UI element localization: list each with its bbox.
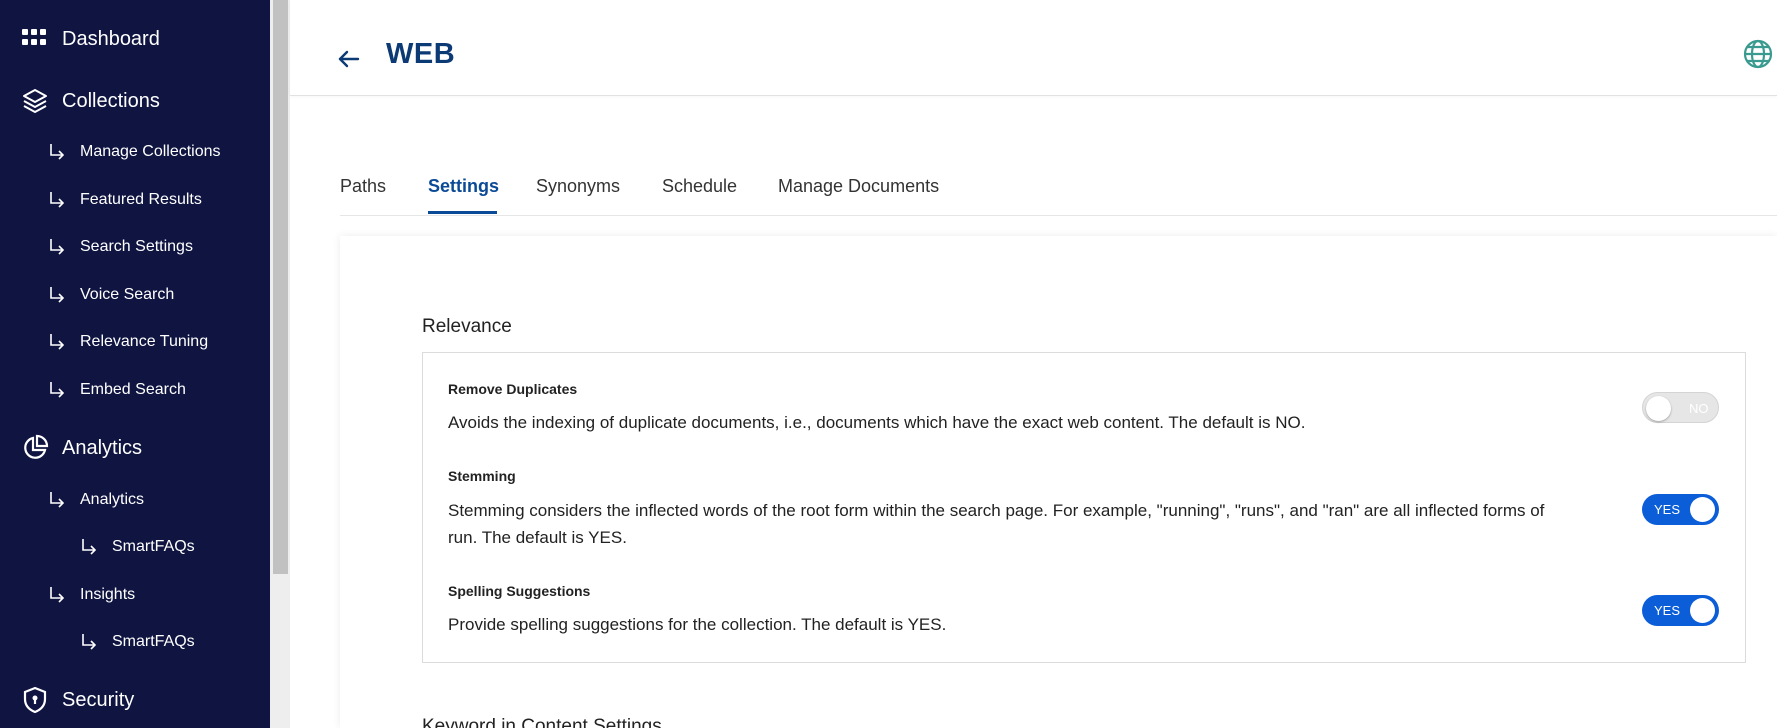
subitem-arrow-icon: [50, 287, 65, 303]
nav-featured-results[interactable]: Featured Results: [48, 191, 202, 209]
nav-security-label: Security: [62, 688, 135, 711]
tab-manage-documents[interactable]: Manage Documents: [778, 176, 939, 197]
subitem-arrow-icon: [50, 587, 65, 603]
remove-duplicates-title: Remove Duplicates: [448, 381, 578, 397]
subitem-arrow-icon: [50, 382, 65, 398]
nav-voice-search[interactable]: Voice Search: [48, 286, 174, 304]
layers-icon: [20, 86, 50, 116]
nav-collections[interactable]: Collections: [20, 86, 160, 116]
subitem-arrow-icon: [82, 634, 97, 650]
remove-duplicates-toggle[interactable]: NO: [1642, 392, 1719, 423]
nav-insights-smartfaqs[interactable]: SmartFAQs: [80, 633, 195, 651]
nav-analytics-label: Analytics: [62, 436, 143, 459]
toggle-label: YES: [1654, 603, 1681, 618]
nav-analytics-smartfaqs[interactable]: SmartFAQs: [80, 538, 195, 556]
page-header: [290, 0, 1777, 96]
stemming-toggle[interactable]: YES: [1642, 494, 1719, 525]
tab-paths[interactable]: Paths: [340, 176, 386, 197]
stemming-description: Stemming considers the inflected words o…: [448, 501, 1545, 547]
stemming-title: Stemming: [448, 468, 516, 484]
tab-schedule[interactable]: Schedule: [662, 176, 737, 197]
nav-search-settings-label: Search Settings: [80, 238, 193, 255]
nav-analytics[interactable]: Analytics: [20, 433, 142, 463]
toggle-knob: [1690, 598, 1715, 623]
subitem-arrow-icon: [50, 334, 65, 350]
nav-collections-label: Collections: [62, 89, 160, 112]
back-button[interactable]: [334, 44, 364, 74]
nav-voice-search-label: Voice Search: [80, 286, 175, 303]
remove-duplicates-description: Avoids the indexing of duplicate documen…: [448, 413, 1306, 432]
nav-manage-collections-label: Manage Collections: [80, 143, 221, 160]
toggle-knob: [1646, 396, 1671, 421]
pie-chart-icon: [20, 433, 50, 463]
nav-dashboard-label: Dashboard: [62, 27, 160, 50]
tab-bar: Paths Settings Synonyms Schedule Manage …: [340, 176, 1777, 216]
tab-synonyms[interactable]: Synonyms: [536, 176, 620, 197]
toggle-label: NO: [1689, 401, 1709, 416]
spelling-suggestions-description: Provide spelling suggestions for the col…: [448, 615, 947, 634]
subitem-arrow-icon: [82, 539, 97, 555]
nav-search-settings[interactable]: Search Settings: [48, 238, 193, 256]
sidebar-scrollbar-thumb[interactable]: [273, 0, 288, 574]
relevance-section-title: Relevance: [422, 316, 512, 337]
nav-manage-collections[interactable]: Manage Collections: [48, 143, 221, 161]
subitem-arrow-icon: [50, 492, 65, 508]
spelling-suggestions-toggle[interactable]: YES: [1642, 595, 1719, 626]
sidebar: Dashboard Collections Manage Collections…: [0, 0, 270, 728]
toggle-knob: [1690, 497, 1715, 522]
keyword-content-section-title: Keyword in Content Settings: [422, 716, 662, 728]
nav-featured-results-label: Featured Results: [80, 191, 202, 208]
subitem-arrow-icon: [50, 192, 65, 208]
globe-icon: [1743, 39, 1773, 69]
language-button[interactable]: [1742, 38, 1774, 70]
subitem-arrow-icon: [50, 239, 65, 255]
spelling-suggestions-title: Spelling Suggestions: [448, 583, 591, 599]
nav-analytics-sub[interactable]: Analytics: [48, 491, 144, 509]
shield-icon: [20, 685, 50, 715]
toggle-label: YES: [1654, 502, 1681, 517]
tab-settings[interactable]: Settings: [428, 176, 499, 197]
grid-icon: [20, 24, 50, 54]
subitem-arrow-icon: [50, 144, 65, 160]
nav-dashboard[interactable]: Dashboard: [20, 24, 160, 54]
nav-analytics-smartfaqs-label: SmartFAQs: [112, 538, 195, 555]
active-tab-indicator: [428, 211, 497, 214]
page-title: WEB: [386, 38, 456, 70]
back-arrow-icon: [338, 50, 360, 68]
nav-insights-smartfaqs-label: SmartFAQs: [112, 633, 195, 650]
nav-embed-search-label: Embed Search: [80, 381, 186, 398]
nav-relevance-tuning[interactable]: Relevance Tuning: [48, 333, 208, 351]
nav-insights[interactable]: Insights: [48, 586, 135, 604]
nav-relevance-tuning-label: Relevance Tuning: [80, 333, 209, 350]
nav-analytics-sub-label: Analytics: [80, 491, 145, 508]
nav-embed-search[interactable]: Embed Search: [48, 381, 186, 399]
nav-security[interactable]: Security: [20, 685, 134, 715]
nav-insights-label: Insights: [80, 586, 136, 603]
